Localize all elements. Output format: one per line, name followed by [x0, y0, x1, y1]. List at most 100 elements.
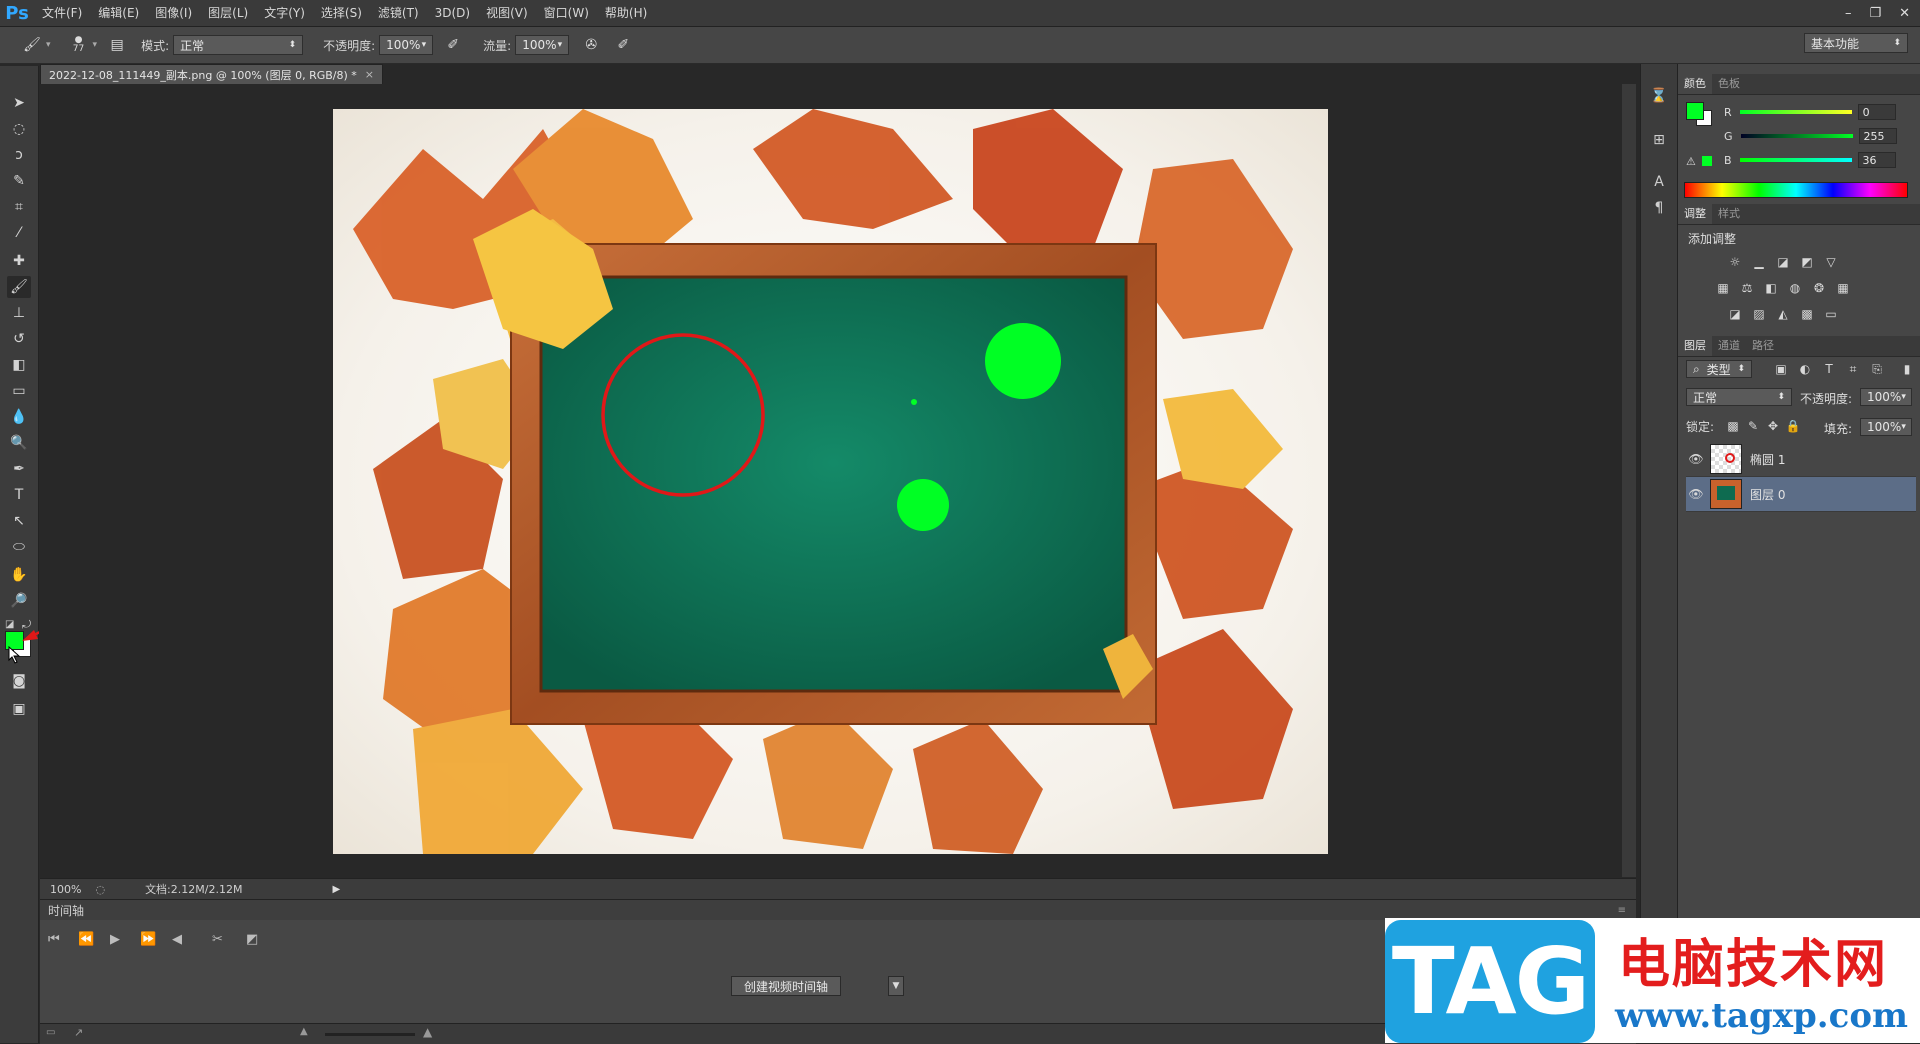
close-tab-icon[interactable]: × — [365, 68, 374, 81]
blend-mode-select[interactable]: 正常 ⬍ — [1686, 388, 1792, 406]
status-refresh-icon[interactable]: ◌ — [95, 883, 105, 896]
visibility-eye-icon[interactable]: 👁 — [1686, 487, 1706, 501]
play-icon[interactable]: ▶ — [110, 932, 120, 947]
blur-tool-icon[interactable]: 💧 — [7, 406, 31, 428]
document-tab[interactable]: 2022-12-08_111449_副本.png @ 100% (图层 0, R… — [40, 64, 383, 84]
ellipse-tool-icon[interactable]: ⬭ — [7, 536, 31, 558]
quick-mask-icon[interactable]: ◙ — [7, 670, 31, 692]
channel-mixer-icon[interactable]: ❂ — [1810, 280, 1828, 296]
brush-preset-picker[interactable]: ● 77 — [69, 35, 89, 55]
audio-icon[interactable]: ◀ — [172, 932, 182, 947]
tab-adjustments[interactable]: 调整 — [1678, 204, 1712, 224]
filter-smart-object-icon[interactable]: ⎘ — [1868, 361, 1886, 377]
next-frame-icon[interactable]: ⏩ — [140, 932, 156, 947]
eraser-tool-icon[interactable]: ◧ — [7, 354, 31, 376]
menu-file[interactable]: 文件(F) — [34, 0, 90, 26]
tab-paths[interactable]: 路径 — [1746, 336, 1780, 356]
history-panel-icon[interactable]: ⌛ — [1649, 86, 1669, 106]
b-value-field[interactable]: 36 — [1857, 152, 1896, 168]
vertical-scrollbar[interactable] — [1622, 84, 1636, 877]
minimize-icon[interactable]: – — [1845, 6, 1852, 21]
lock-all-icon[interactable]: 🔒 — [1784, 418, 1802, 434]
tab-layers[interactable]: 图层 — [1678, 336, 1712, 356]
invert-icon[interactable]: ◪ — [1726, 306, 1744, 322]
menu-edit[interactable]: 编辑(E) — [90, 0, 147, 26]
zoom-in-icon[interactable]: ▲ — [423, 1025, 432, 1039]
create-video-timeline-button[interactable]: 创建视频时间轴 — [731, 976, 841, 996]
screen-mode-icon[interactable]: ▣ — [7, 698, 31, 720]
color-spectrum-ramp[interactable] — [1684, 182, 1908, 198]
layer-name[interactable]: 椭圆 1 — [1750, 451, 1785, 468]
curves-icon[interactable]: ◪ — [1774, 254, 1792, 270]
airbrush-icon[interactable]: ✇ — [581, 35, 601, 55]
properties-panel-icon[interactable]: ⊞ — [1649, 130, 1669, 150]
brightness-icon[interactable]: ☼ — [1726, 254, 1744, 270]
menu-image[interactable]: 图像(I) — [147, 0, 200, 26]
filter-adjustment-icon[interactable]: ◐ — [1796, 361, 1814, 377]
layer-filter-select[interactable]: ⌕ 类型 ⬍ — [1686, 360, 1752, 378]
menu-filter[interactable]: 滤镜(T) — [370, 0, 427, 26]
fill-field[interactable]: 100% ▾ — [1860, 418, 1912, 436]
levels-icon[interactable]: ▁ — [1750, 254, 1768, 270]
timeline-title[interactable]: 时间轴 — [48, 902, 84, 919]
foreground-color-swatch[interactable] — [1686, 102, 1704, 120]
layer-opacity-field[interactable]: 100% ▾ — [1860, 388, 1912, 406]
flow-field[interactable]: 100% ▾ — [515, 35, 570, 55]
document-canvas[interactable] — [333, 109, 1328, 854]
brush-panel-toggle-icon[interactable]: ▤ — [107, 35, 127, 55]
chevron-down-icon[interactable]: ▼ — [888, 976, 904, 996]
healing-brush-tool-icon[interactable]: ✚ — [7, 250, 31, 272]
menu-view[interactable]: 视图(V) — [478, 0, 536, 26]
menu-window[interactable]: 窗口(W) — [536, 0, 597, 26]
r-slider[interactable] — [1739, 110, 1852, 114]
filter-shape-icon[interactable]: ⌗ — [1844, 361, 1862, 377]
lock-position-icon[interactable]: ✥ — [1764, 418, 1782, 434]
threshold-icon[interactable]: ◭ — [1774, 306, 1792, 322]
pressure-size-icon[interactable]: ✐ — [613, 35, 633, 55]
tab-styles[interactable]: 样式 — [1712, 204, 1746, 224]
lasso-tool-icon[interactable]: ↄ — [7, 144, 31, 166]
workspace-select[interactable]: 基本功能 ⬍ — [1804, 33, 1908, 53]
path-selection-tool-icon[interactable]: ↖ — [7, 510, 31, 532]
render-icon[interactable]: ↗ — [74, 1026, 83, 1039]
eyedropper-tool-icon[interactable]: ⁄ — [7, 222, 31, 244]
layer-row-ellipse[interactable]: 👁 椭圆 1 — [1686, 442, 1916, 477]
menu-help[interactable]: 帮助(H) — [597, 0, 655, 26]
menu-type[interactable]: 文字(Y) — [256, 0, 313, 26]
gradient-map-icon[interactable]: ▭ — [1822, 306, 1840, 322]
menu-select[interactable]: 选择(S) — [313, 0, 370, 26]
panel-menu-icon[interactable]: ≡ — [1618, 905, 1626, 916]
prev-frame-icon[interactable]: ⏪ — [78, 932, 94, 947]
color-lookup-icon[interactable]: ▦ — [1834, 280, 1852, 296]
timeline-zoom-slider[interactable] — [325, 1033, 415, 1036]
history-brush-tool-icon[interactable]: ↺ — [7, 328, 31, 350]
photo-filter-icon[interactable]: ◍ — [1786, 280, 1804, 296]
menu-3d[interactable]: 3D(D) — [427, 0, 478, 26]
frame-mode-icon[interactable]: ▭ — [46, 1027, 55, 1038]
hue-saturation-icon[interactable]: ▦ — [1714, 280, 1732, 296]
b-slider[interactable] — [1739, 158, 1852, 162]
lock-transparency-icon[interactable]: ▩ — [1724, 418, 1742, 434]
visibility-eye-icon[interactable]: 👁 — [1686, 452, 1706, 466]
brush-tool-icon[interactable]: 🖌 — [7, 276, 31, 298]
character-panel-icon[interactable]: A — [1649, 172, 1669, 192]
filter-toggle-icon[interactable]: ▮ — [1898, 361, 1916, 377]
gamut-warning-icon[interactable]: ⚠ — [1686, 155, 1696, 168]
pen-tool-icon[interactable]: ✒ — [7, 458, 31, 480]
layer-name[interactable]: 图层 0 — [1750, 486, 1785, 503]
black-white-icon[interactable]: ◧ — [1762, 280, 1780, 296]
mode-select[interactable]: 正常 ⬍ — [173, 35, 304, 55]
elliptical-marquee-tool-icon[interactable]: ◌ — [7, 118, 31, 140]
vibrance-icon[interactable]: ▽ — [1822, 254, 1840, 270]
status-menu-arrow-icon[interactable]: ▶ — [332, 884, 340, 895]
selective-color-icon[interactable]: ▩ — [1798, 306, 1816, 322]
default-colors-icon[interactable]: ◪ — [5, 619, 14, 630]
opacity-field[interactable]: 100% ▾ — [379, 35, 434, 55]
gradient-tool-icon[interactable]: ▭ — [7, 380, 31, 402]
filter-pixel-icon[interactable]: ▣ — [1772, 361, 1790, 377]
color-balance-icon[interactable]: ⚖ — [1738, 280, 1756, 296]
tab-swatches[interactable]: 色板 — [1712, 74, 1746, 94]
close-icon[interactable]: ✕ — [1899, 6, 1910, 21]
zoom-out-icon[interactable]: ▲ — [300, 1026, 308, 1037]
tab-channels[interactable]: 通道 — [1712, 336, 1746, 356]
